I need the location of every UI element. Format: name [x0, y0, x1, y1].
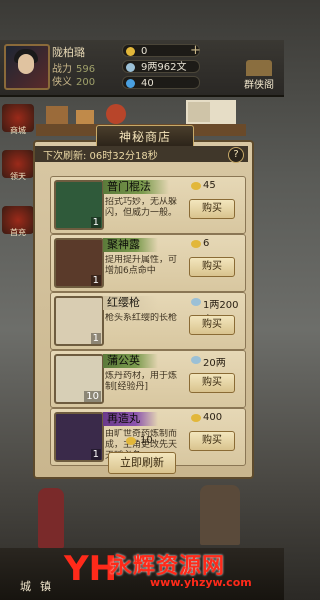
claim-label: 领天: [10, 172, 26, 181]
item-description: 提用提升属性，可增加6点命中: [105, 255, 178, 276]
claim-button[interactable]: 领天: [2, 150, 34, 181]
item-icon[interactable]: 1: [54, 180, 104, 230]
buy-button[interactable]: 购买: [189, 431, 235, 451]
first-recharge-label: 首充: [10, 228, 26, 237]
first-recharge-button[interactable]: 首充: [2, 206, 34, 237]
shop-item: 1红缨枪枪头系红缨的长枪1两200文购买: [50, 292, 246, 350]
watermark-url: www.yhzyw.com: [150, 576, 252, 589]
shop-item: 1 聚神露提用提升属性，可增加6点命中 6 购买: [50, 234, 246, 292]
watermark: YH 永辉资源网 www.yhzyw.com: [64, 546, 274, 594]
silver-icon: [126, 63, 135, 72]
fame-stat: 侠义 200: [52, 77, 96, 88]
item-name: 红缨枪: [103, 296, 158, 310]
gold-ingot-counter: 0: [122, 44, 200, 57]
refresh-now-button[interactable]: 立即刷新: [108, 452, 176, 474]
item-icon[interactable]: 1: [54, 238, 104, 288]
mall-label: 商城: [10, 126, 26, 135]
add-gold-button[interactable]: +: [190, 43, 201, 58]
buy-button[interactable]: 购买: [189, 373, 235, 393]
item-quantity: 1: [90, 449, 101, 460]
nav-town-label-1[interactable]: 城: [20, 578, 31, 594]
item-name: 聚神露: [103, 238, 158, 252]
buy-button[interactable]: 购买: [189, 315, 235, 335]
item-quantity: 10: [84, 391, 101, 402]
silver-counter: 9两962文: [122, 60, 200, 73]
item-icon[interactable]: 1: [54, 296, 104, 346]
refresh-timer-bar: 下次刷新: 06时32分18秒 ?: [35, 146, 248, 163]
item-icon[interactable]: 1: [54, 412, 104, 462]
currency-icon: [191, 182, 201, 190]
player-header: 陇柏璐 战力 596 侠义 200 0 + 9两962文 40 群侠阁: [0, 40, 284, 97]
item-quantity: 1: [90, 217, 101, 228]
currency-icon: [191, 298, 201, 306]
item-description: 招式巧妙，无从躲闪，但威力一般。: [105, 197, 178, 218]
refresh-cost: 10: [126, 435, 153, 446]
item-icon[interactable]: 10: [54, 354, 104, 404]
shop-item: 1 普门棍法招式巧妙，无从躲闪，但威力一般。 45 购买: [50, 176, 246, 234]
currency-icon: [191, 356, 201, 364]
gem-icon: [126, 79, 135, 88]
currency-icon: [191, 414, 201, 422]
gold-ingot-icon: [126, 47, 135, 56]
gold-ingot-icon: [126, 437, 136, 445]
item-name: 普门棍法: [103, 180, 169, 194]
hall-icon: [246, 60, 272, 76]
avatar-face: [18, 54, 34, 74]
watermark-logo: YH: [64, 549, 118, 589]
shop-item: 10 蒲公英炼丹药材，用于炼制[经验丹] 20两购买: [50, 350, 246, 408]
nav-town-label-2[interactable]: 镇: [40, 578, 51, 594]
item-name: 蒲公英: [103, 354, 158, 368]
item-description: 枪头系红缨的长枪: [105, 313, 178, 323]
item-quantity: 1: [90, 333, 101, 344]
item-name: 再造丸: [103, 412, 158, 426]
item-price: 45: [191, 180, 216, 191]
item-price: 20两: [191, 354, 226, 369]
buy-button[interactable]: 购买: [189, 257, 235, 277]
character-figure-right: [200, 485, 240, 545]
item-quantity: 1: [90, 275, 101, 286]
help-icon[interactable]: ?: [228, 147, 244, 163]
character-figure-left: [38, 488, 64, 548]
gem-counter: 40: [122, 76, 200, 89]
currency-icon: [191, 240, 201, 248]
hall-label: 群侠阁: [244, 80, 274, 91]
item-description: 炼丹药材，用于炼制[经验丹]: [105, 371, 178, 392]
player-name: 陇柏璐: [52, 46, 85, 59]
buy-button[interactable]: 购买: [189, 199, 235, 219]
refresh-timer: 下次刷新: 06时32分18秒: [43, 151, 158, 162]
item-price: 6: [191, 238, 209, 249]
item-price: 400: [191, 412, 222, 423]
mall-button[interactable]: 商城: [2, 104, 34, 135]
hall-button[interactable]: 群侠阁: [236, 60, 282, 91]
player-avatar[interactable]: [4, 44, 50, 90]
